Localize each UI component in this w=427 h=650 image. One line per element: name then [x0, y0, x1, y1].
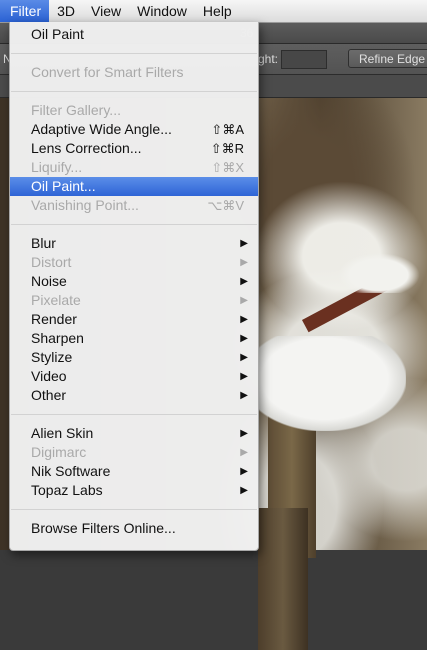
menu-separator — [11, 509, 257, 510]
menu-3d[interactable]: 3D — [49, 0, 83, 22]
submenu-arrow-icon: ▶ — [240, 333, 248, 344]
shortcut-label: ⇧⌘X — [211, 160, 244, 175]
menu-help[interactable]: Help — [195, 0, 240, 22]
shortcut-label: ⇧⌘R — [210, 141, 244, 156]
shortcut-label: ⌥⌘V — [207, 198, 244, 213]
menu-separator — [11, 53, 257, 54]
menu-item-alien-skin[interactable]: Alien Skin ▶ — [10, 424, 258, 443]
submenu-arrow-icon: ▶ — [240, 238, 248, 249]
menu-item-stylize[interactable]: Stylize ▶ — [10, 348, 258, 367]
menu-item-label: Video — [31, 368, 67, 384]
submenu-arrow-icon: ▶ — [240, 352, 248, 363]
shortcut-label: ⇧⌘A — [211, 122, 244, 137]
menu-item-filter-gallery: Filter Gallery... — [10, 101, 258, 120]
menu-item-label: Distort — [31, 254, 72, 270]
menu-item-label: Browse Filters Online... — [31, 520, 176, 536]
menu-item-render[interactable]: Render ▶ — [10, 310, 258, 329]
menu-item-label: Oil Paint — [31, 26, 84, 42]
height-input[interactable] — [281, 50, 327, 69]
menu-item-convert-smart-filters: Convert for Smart Filters — [10, 63, 258, 82]
submenu-arrow-icon: ▶ — [240, 428, 248, 439]
menu-item-liquify: Liquify... ⇧⌘X — [10, 158, 258, 177]
menu-item-label: Other — [31, 387, 67, 403]
menu-item-label: Liquify... — [31, 159, 83, 175]
submenu-arrow-icon: ▶ — [240, 257, 248, 268]
menu-filter[interactable]: Filter — [0, 0, 50, 22]
menu-item-label: Lens Correction... — [31, 140, 142, 156]
submenu-arrow-icon: ▶ — [240, 390, 248, 401]
menu-item-topaz-labs[interactable]: Topaz Labs ▶ — [10, 481, 258, 500]
menu-item-label: Convert for Smart Filters — [31, 64, 184, 80]
submenu-arrow-icon: ▶ — [240, 371, 248, 382]
canvas-snow-top-shape — [338, 253, 420, 293]
menu-item-label: Stylize — [31, 349, 73, 365]
menu-item-label: Sharpen — [31, 330, 84, 346]
menu-bar: Filter 3D View Window Help — [0, 0, 427, 23]
submenu-arrow-icon: ▶ — [240, 276, 248, 287]
menu-item-label: Alien Skin — [31, 425, 94, 441]
menu-item-last-filter[interactable]: Oil Paint — [10, 25, 258, 44]
menu-item-vanishing-point: Vanishing Point... ⌥⌘V — [10, 196, 258, 215]
height-label: ght: — [258, 52, 279, 66]
menu-item-label: Filter Gallery... — [31, 102, 121, 118]
menu-item-sharpen[interactable]: Sharpen ▶ — [10, 329, 258, 348]
menu-separator — [11, 414, 257, 415]
menu-item-label: Vanishing Point... — [31, 197, 139, 213]
menu-item-adaptive-wide-angle[interactable]: Adaptive Wide Angle... ⇧⌘A — [10, 120, 258, 139]
submenu-arrow-icon: ▶ — [240, 295, 248, 306]
menu-item-label: Adaptive Wide Angle... — [31, 121, 172, 137]
canvas-snow-cap-shape — [258, 336, 406, 431]
menu-item-label: Nik Software — [31, 463, 111, 479]
menu-item-oil-paint[interactable]: Oil Paint... — [10, 177, 258, 196]
menu-item-label: Topaz Labs — [31, 482, 103, 498]
menu-item-label: Digimarc — [31, 444, 87, 460]
menu-item-label: Oil Paint... — [31, 178, 96, 194]
submenu-arrow-icon: ▶ — [240, 485, 248, 496]
menu-item-label: Render — [31, 311, 77, 327]
canvas-post-base-shape — [258, 508, 308, 650]
menu-item-nik-software[interactable]: Nik Software ▶ — [10, 462, 258, 481]
submenu-arrow-icon: ▶ — [240, 466, 248, 477]
menu-item-pixelate: Pixelate ▶ — [10, 291, 258, 310]
menu-item-label: Noise — [31, 273, 67, 289]
submenu-arrow-icon: ▶ — [240, 314, 248, 325]
menu-window[interactable]: Window — [129, 0, 195, 22]
menu-separator — [11, 224, 257, 225]
menu-item-noise[interactable]: Noise ▶ — [10, 272, 258, 291]
menu-separator — [11, 91, 257, 92]
menu-view[interactable]: View — [83, 0, 129, 22]
menu-item-other[interactable]: Other ▶ — [10, 386, 258, 405]
menu-item-label: Blur — [31, 235, 56, 251]
menu-item-video[interactable]: Video ▶ — [10, 367, 258, 386]
menu-item-lens-correction[interactable]: Lens Correction... ⇧⌘R — [10, 139, 258, 158]
menu-item-distort: Distort ▶ — [10, 253, 258, 272]
menu-item-browse-filters-online[interactable]: Browse Filters Online... — [10, 519, 258, 538]
menu-item-label: Pixelate — [31, 292, 81, 308]
menu-item-digimarc: Digimarc ▶ — [10, 443, 258, 462]
submenu-arrow-icon: ▶ — [240, 447, 248, 458]
menu-item-blur[interactable]: Blur ▶ — [10, 234, 258, 253]
filter-menu: Oil Paint Convert for Smart Filters Filt… — [9, 22, 259, 551]
refine-edge-button[interactable]: Refine Edge — [348, 49, 427, 68]
